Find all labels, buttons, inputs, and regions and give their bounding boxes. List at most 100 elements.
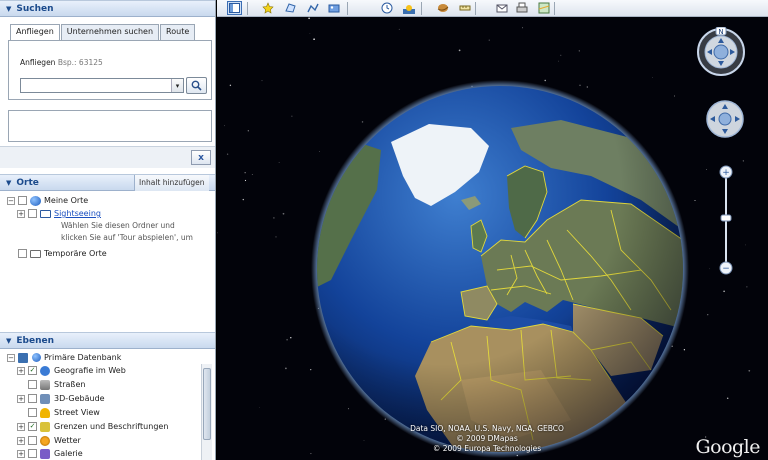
add-placemark-button[interactable] xyxy=(260,1,275,15)
star xyxy=(286,338,288,341)
view-in-maps-button[interactable] xyxy=(536,1,551,15)
expand-icon[interactable]: + xyxy=(17,209,25,218)
layers-panel-header[interactable]: ▼ Ebenen xyxy=(0,332,215,349)
expand-icon[interactable]: + xyxy=(17,366,25,375)
checkbox[interactable] xyxy=(18,196,27,205)
expand-icon[interactable]: + xyxy=(17,449,25,458)
tree-item-temporary-places[interactable]: Temporäre Orte xyxy=(18,247,107,260)
star xyxy=(652,77,653,78)
layer-item[interactable]: Street View xyxy=(28,406,100,419)
search-results-box[interactable] xyxy=(8,110,212,142)
star xyxy=(244,172,246,174)
globe-icon xyxy=(32,353,41,362)
layers-panel-title: Ebenen xyxy=(16,335,55,346)
layers-scrollbar[interactable] xyxy=(201,364,212,460)
collapse-triangle-icon[interactable]: ▼ xyxy=(6,179,11,187)
checkbox[interactable] xyxy=(28,408,37,417)
search-tab-panel: Anfliegen Bsp.: 63125 ▾ xyxy=(8,40,212,100)
checkbox[interactable] xyxy=(28,209,37,218)
collapse-icon[interactable]: − xyxy=(7,353,15,362)
star xyxy=(285,367,287,370)
search-panel-header[interactable]: ▼ Suchen xyxy=(0,0,215,17)
layer-item[interactable]: Straßen xyxy=(28,378,85,391)
layer-item[interactable]: + Wetter xyxy=(17,434,81,447)
clear-search-button[interactable]: x xyxy=(191,150,211,165)
tab-business-search[interactable]: Unternehmen suchen xyxy=(60,24,160,40)
layer-item[interactable]: + Galerie xyxy=(17,447,83,460)
add-polygon-button[interactable] xyxy=(282,1,297,15)
print-button[interactable] xyxy=(514,1,529,15)
search-hint: Bsp.: 63125 xyxy=(57,58,103,67)
star xyxy=(229,84,232,87)
look-control[interactable] xyxy=(706,100,744,138)
collapse-triangle-icon[interactable]: ▼ xyxy=(6,5,11,13)
attribution-line-2: © 2009 DMapas xyxy=(456,434,518,443)
add-path-button[interactable] xyxy=(305,1,320,15)
email-button[interactable] xyxy=(494,1,509,15)
star xyxy=(398,28,400,30)
checkbox[interactable] xyxy=(28,380,37,389)
sightseeing-description: Wählen Sie diesen Ordner und klicken Sie… xyxy=(61,220,193,244)
expand-icon[interactable]: + xyxy=(17,436,25,445)
historical-imagery-button[interactable] xyxy=(379,1,394,15)
polygon-icon xyxy=(284,3,296,13)
star xyxy=(244,179,247,182)
layer-label: Street View xyxy=(54,408,100,417)
earth-globe[interactable] xyxy=(311,80,689,458)
checkbox[interactable]: ✓ xyxy=(28,422,37,431)
expand-icon[interactable]: + xyxy=(17,394,25,403)
star xyxy=(242,198,245,201)
add-content-button[interactable]: Inhalt hinzufügen xyxy=(134,175,209,191)
compass-control[interactable]: N xyxy=(696,27,746,77)
star xyxy=(746,286,748,288)
sidebar-toggle-button[interactable] xyxy=(227,1,242,15)
dropdown-arrow-icon[interactable]: ▾ xyxy=(171,79,183,92)
sidebar-toggle-icon xyxy=(229,3,240,13)
ruler-button[interactable] xyxy=(457,1,472,15)
switch-planet-button[interactable] xyxy=(435,1,450,15)
folder-icon xyxy=(30,249,41,258)
star xyxy=(282,212,285,215)
layer-item[interactable]: + ✓ Geografie im Web xyxy=(17,364,126,377)
earth-view[interactable]: Data SIO, NOAA, U.S. Navy, NGA, GEBCO © … xyxy=(217,17,768,460)
database-icon xyxy=(18,352,28,363)
search-input[interactable]: ▾ xyxy=(20,78,184,93)
collapse-triangle-icon[interactable]: ▼ xyxy=(6,337,11,345)
tree-item-sightseeing[interactable]: + Sightseeing xyxy=(17,207,101,220)
layer-item[interactable]: + ✓ Grenzen und Beschriftungen xyxy=(17,420,168,433)
star xyxy=(748,369,751,372)
tab-directions[interactable]: Route xyxy=(160,24,196,40)
checkbox[interactable] xyxy=(18,249,27,258)
google-logo: Google xyxy=(695,436,760,458)
scrollbar-thumb[interactable] xyxy=(203,368,211,440)
star xyxy=(308,17,310,20)
ruler-icon xyxy=(459,5,470,11)
search-button[interactable] xyxy=(186,77,207,94)
weather-icon xyxy=(40,435,50,446)
sightseeing-link[interactable]: Sightseeing xyxy=(54,209,101,218)
star xyxy=(291,115,293,117)
star xyxy=(261,80,263,82)
star xyxy=(726,397,729,399)
star xyxy=(745,244,747,246)
star xyxy=(309,33,311,34)
search-tabs: Anfliegen Unternehmen suchen Route xyxy=(10,24,196,41)
checkbox[interactable]: ✓ xyxy=(28,366,37,375)
star xyxy=(226,153,229,155)
layer-label: 3D-Gebäude xyxy=(54,394,105,403)
search-footer: x xyxy=(0,146,215,168)
expand-icon[interactable]: + xyxy=(17,422,25,431)
sunlight-button[interactable] xyxy=(401,1,416,15)
checkbox[interactable] xyxy=(28,394,37,403)
add-image-overlay-button[interactable] xyxy=(326,1,341,15)
checkbox[interactable] xyxy=(28,436,37,445)
tree-item-label: Temporäre Orte xyxy=(44,249,107,258)
layer-item[interactable]: + 3D-Gebäude xyxy=(17,392,105,405)
tab-fly-to[interactable]: Anfliegen xyxy=(10,24,60,41)
tree-item-primary-database[interactable]: − Primäre Datenbank xyxy=(7,351,121,364)
tree-item-my-places[interactable]: − Meine Orte xyxy=(7,194,88,207)
collapse-icon[interactable]: − xyxy=(7,196,15,205)
checkbox[interactable] xyxy=(28,449,37,458)
zoom-slider[interactable]: + − xyxy=(719,165,733,275)
map-view-icon xyxy=(538,2,549,14)
